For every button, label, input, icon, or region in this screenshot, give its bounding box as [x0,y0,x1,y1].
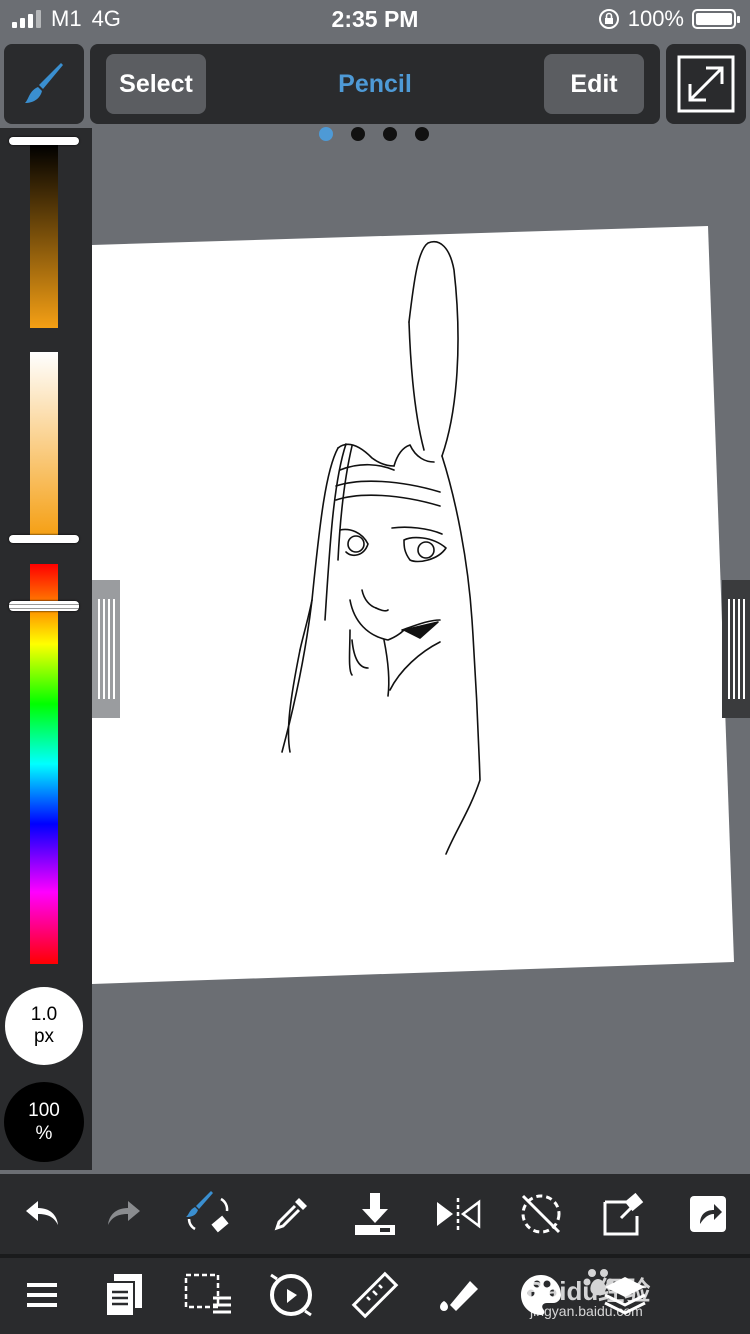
opacity-value: 100 [28,1100,60,1121]
undo-icon [26,1201,58,1225]
pages-icon [105,1274,142,1317]
page-dot[interactable] [351,127,365,141]
share-button[interactable] [683,1189,733,1239]
undo-button[interactable] [17,1189,67,1239]
saturation-handle[interactable] [9,535,79,543]
left-panel-grip[interactable] [92,580,120,718]
right-panel-grip[interactable] [722,580,750,718]
opacity-button[interactable]: 100 % [4,1082,84,1162]
eyedropper-button[interactable] [266,1189,316,1239]
fullscreen-button[interactable] [666,44,746,124]
ruler-icon [351,1271,399,1319]
page-dot[interactable] [415,127,429,141]
flip-icon [437,1198,481,1230]
brush-icon [25,63,63,103]
watermark-subtext: jingyan.baidu.com [530,1303,643,1319]
sketch-drawing [281,241,481,855]
status-right: 100% [598,6,740,32]
clear-edit-button[interactable] [600,1189,650,1239]
fill-button[interactable] [433,1270,483,1320]
brush-size-button[interactable]: 1.0 px [5,987,83,1065]
canvas-page [92,226,734,984]
baidu-watermark: Baidu经验 jingyan.baidu.com [526,1265,716,1325]
save-icon [355,1193,395,1235]
save-button[interactable] [350,1189,400,1239]
hue-slider[interactable] [30,564,58,964]
battery-percent: 100% [627,6,684,31]
flip-button[interactable] [433,1189,483,1239]
rotate-lock-button[interactable] [516,1189,566,1239]
pages-button[interactable] [99,1270,149,1320]
eyedropper-icon [274,1198,307,1231]
brightness-slider[interactable] [30,145,58,328]
orientation-lock-icon [598,9,619,29]
tool-mode-bar: Select Pencil Edit [90,44,660,124]
select-button[interactable]: Select [106,54,206,114]
rotate-lock-icon [521,1194,561,1234]
fill-icon [440,1281,478,1311]
current-tool-title[interactable]: Pencil [210,44,540,124]
page-dot[interactable] [383,127,397,141]
snap-icon [270,1273,312,1317]
brush-size-value: 1.0 [30,1004,58,1025]
menu-button[interactable] [17,1270,67,1320]
edit-button[interactable]: Edit [544,54,644,114]
brightness-handle[interactable] [9,137,79,145]
selection-button[interactable] [183,1270,233,1320]
snap-button[interactable] [266,1270,316,1320]
clear-edit-icon [603,1192,644,1236]
brush-tool-button[interactable] [4,44,84,124]
page-dot-active[interactable] [319,127,333,141]
share-icon [690,1196,726,1232]
brush-size-unit: px [33,1026,55,1047]
menu-icon [27,1283,57,1307]
hue-handle[interactable] [9,601,79,611]
selection-icon [184,1273,231,1314]
saturation-slider[interactable] [30,352,58,535]
brush-eraser-toggle[interactable] [183,1189,233,1239]
ruler-button[interactable] [350,1270,400,1320]
redo-icon [108,1201,140,1225]
brush-eraser-swap-icon [186,1191,229,1233]
redo-button[interactable] [99,1189,149,1239]
expand-icon [677,55,735,113]
status-bar: M1 4G 2:35 PM 100% [0,0,750,40]
battery-icon [692,9,740,29]
opacity-unit: % [35,1123,53,1144]
page-indicator[interactable] [319,127,429,141]
